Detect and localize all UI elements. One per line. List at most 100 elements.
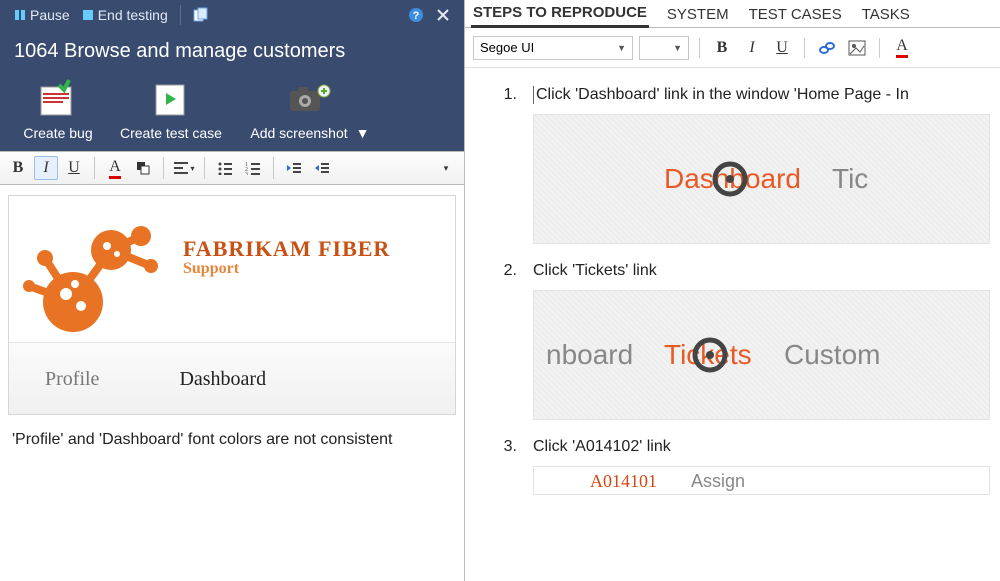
copy-button[interactable]	[187, 5, 215, 25]
step-item: 3. Click 'A014102' link A014101 Assign	[493, 438, 990, 495]
image-button[interactable]	[845, 36, 869, 60]
outdent-button[interactable]	[282, 156, 306, 180]
close-icon	[436, 8, 450, 22]
tabs: STEPS TO REPRODUCE SYSTEM TEST CASES TAS…	[465, 0, 1000, 28]
target-icon	[692, 337, 728, 373]
screenshot-preview: FABRIKAM FIBER Support Profile Dashboard	[8, 195, 456, 415]
separator	[804, 38, 805, 58]
font-family-value: Segoe UI	[480, 40, 534, 55]
dropdown-icon[interactable]: ▼	[356, 125, 370, 141]
highlight-button[interactable]	[131, 156, 155, 180]
underline-button[interactable]: U	[62, 156, 86, 180]
bold-button[interactable]: B	[710, 36, 734, 60]
step-item: 1. Click 'Dashboard' link in the window …	[493, 86, 990, 244]
pause-icon	[14, 9, 26, 21]
add-screenshot-button[interactable]: Add screenshot ▼	[240, 79, 380, 141]
details-panel: STEPS TO REPRODUCE SYSTEM TEST CASES TAS…	[464, 0, 1000, 581]
tab-steps[interactable]: STEPS TO REPRODUCE	[471, 0, 649, 28]
pause-label: Pause	[30, 7, 70, 23]
note-text[interactable]: 'Profile' and 'Dashboard' font colors ar…	[8, 429, 456, 451]
add-ss-label: Add screenshot	[250, 125, 347, 141]
captured-text-assign: Assign	[691, 471, 745, 492]
number-list-button[interactable]: 123	[241, 156, 265, 180]
separator	[163, 157, 164, 179]
window-title: 1064 Browse and manage customers	[0, 30, 464, 75]
end-testing-button[interactable]: End testing	[76, 5, 174, 25]
chevron-down-icon: ▼	[617, 43, 626, 53]
chevron-down-icon: ▼	[673, 43, 682, 53]
italic-button[interactable]: I	[34, 156, 58, 180]
titlebar: Pause End testing ?	[0, 0, 464, 30]
fabrikam-header: FABRIKAM FIBER Support	[9, 196, 455, 342]
align-button[interactable]: ▾	[172, 156, 196, 180]
font-color-button[interactable]: A	[103, 156, 127, 180]
create-tc-label: Create test case	[120, 125, 222, 141]
bullets-icon	[217, 161, 233, 175]
separator	[94, 157, 95, 179]
steps-list: 1. Click 'Dashboard' link in the window …	[465, 68, 1000, 513]
step-text[interactable]: Click 'Tickets' link	[533, 262, 990, 280]
step-number: 2.	[493, 262, 517, 420]
font-color-button[interactable]: A	[890, 36, 914, 60]
step-text[interactable]: Click 'A014102' link	[533, 438, 990, 456]
bold-button[interactable]: B	[6, 156, 30, 180]
nav-dashboard: Dashboard	[179, 368, 266, 391]
camera-icon	[286, 79, 334, 119]
pause-button[interactable]: Pause	[8, 5, 76, 25]
create-bug-icon	[34, 79, 82, 119]
test-runner-panel: Pause End testing ? 1064 Browse and mana…	[0, 0, 464, 581]
end-label: End testing	[98, 7, 168, 23]
captured-link-tickets: Tic	[832, 163, 868, 195]
step-text[interactable]: Click 'Dashboard' link in the window 'Ho…	[533, 86, 990, 104]
step-screenshot: A014101 Assign	[533, 466, 990, 495]
format-toolbar: B I U A ▾ 123 ▾	[0, 151, 464, 185]
hyperlink-button[interactable]	[815, 36, 839, 60]
captured-link-id: A014101	[590, 471, 657, 492]
bullet-list-button[interactable]	[213, 156, 237, 180]
captured-link-customers: Custom	[784, 339, 880, 371]
svg-text:3: 3	[245, 172, 248, 175]
step-screenshot: Dashboard Tic	[533, 114, 990, 244]
brand-line1: FABRIKAM FIBER	[183, 236, 390, 262]
captured-link-dashboard: nboard	[546, 339, 633, 371]
svg-text:?: ?	[413, 10, 420, 22]
font-family-select[interactable]: Segoe UI ▼	[473, 36, 633, 60]
separator	[879, 38, 880, 58]
italic-button[interactable]: I	[740, 36, 764, 60]
ribbon: Create bug Create test case Add screensh…	[0, 75, 464, 151]
stop-icon	[82, 9, 94, 21]
nav-bar: Profile Dashboard	[9, 342, 455, 415]
help-button[interactable]: ?	[402, 5, 430, 25]
create-test-case-button[interactable]: Create test case	[120, 79, 222, 141]
logo-icon	[11, 206, 181, 346]
brand-line2: Support	[183, 260, 390, 278]
separator	[204, 157, 205, 179]
indent-button[interactable]	[310, 156, 334, 180]
align-icon	[173, 161, 189, 175]
brand-text: FABRIKAM FIBER Support	[183, 236, 390, 278]
rich-text-toolbar: Segoe UI ▼ ▼ B I U A	[465, 28, 1000, 68]
tab-tasks[interactable]: TASKS	[860, 2, 912, 27]
note-area[interactable]: FABRIKAM FIBER Support Profile Dashboard…	[0, 185, 464, 581]
step-item: 2. Click 'Tickets' link nboard Tickets C…	[493, 262, 990, 420]
step-number: 1.	[493, 86, 517, 244]
create-test-case-icon	[147, 79, 195, 119]
close-button[interactable]	[430, 6, 456, 24]
separator	[180, 5, 181, 25]
create-bug-button[interactable]: Create bug	[14, 79, 102, 141]
tab-test-cases[interactable]: TEST CASES	[747, 2, 844, 27]
create-bug-label: Create bug	[23, 125, 92, 141]
link-icon	[818, 40, 836, 56]
tab-system[interactable]: SYSTEM	[665, 2, 731, 27]
overflow-button[interactable]: ▾	[434, 156, 458, 180]
target-icon	[712, 161, 748, 197]
indent-icon	[314, 161, 330, 175]
image-icon	[848, 40, 866, 56]
step-number: 3.	[493, 438, 517, 495]
numbers-icon: 123	[245, 161, 261, 175]
copy-icon	[193, 7, 209, 23]
nav-profile: Profile	[45, 368, 99, 391]
step-screenshot: nboard Tickets Custom	[533, 290, 990, 420]
font-size-select[interactable]: ▼	[639, 36, 689, 60]
underline-button[interactable]: U	[770, 36, 794, 60]
